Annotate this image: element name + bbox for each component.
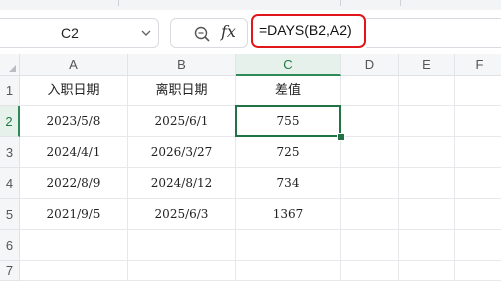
name-box[interactable]: C2 bbox=[0, 18, 159, 48]
formula-input[interactable]: =DAYS(B2,A2) bbox=[251, 14, 366, 48]
formula-input-extension[interactable] bbox=[366, 18, 501, 48]
toolbar-divider bbox=[340, 0, 341, 6]
row-header-5[interactable]: 5 bbox=[0, 199, 20, 230]
cell-d2[interactable] bbox=[341, 106, 399, 137]
cell-e2[interactable] bbox=[399, 106, 455, 137]
cell-b6[interactable] bbox=[128, 230, 236, 261]
cell-a5[interactable]: 2021/9/5 bbox=[20, 199, 128, 230]
cell-d1[interactable] bbox=[341, 76, 399, 106]
cell-b5[interactable]: 2025/6/3 bbox=[128, 199, 236, 230]
cell-a7[interactable] bbox=[20, 261, 128, 281]
cell-f1[interactable] bbox=[455, 76, 501, 106]
cell-e1[interactable] bbox=[399, 76, 455, 106]
cell-e4[interactable] bbox=[399, 168, 455, 199]
zoom-formula-icon[interactable] bbox=[193, 25, 211, 43]
cell-d7[interactable] bbox=[341, 261, 399, 281]
cell-e6[interactable] bbox=[399, 230, 455, 261]
fill-handle[interactable] bbox=[337, 133, 345, 141]
row-header-6[interactable]: 6 bbox=[0, 230, 20, 261]
cell-d5[interactable] bbox=[341, 199, 399, 230]
toolbar-divider bbox=[118, 0, 119, 6]
column-header-b[interactable]: B bbox=[128, 54, 236, 76]
cell-a4[interactable]: 2022/8/9 bbox=[20, 168, 128, 199]
cell-e3[interactable] bbox=[399, 137, 455, 168]
row-header-1[interactable]: 1 bbox=[0, 76, 20, 106]
cell-d4[interactable] bbox=[341, 168, 399, 199]
cell-c2[interactable]: 755 bbox=[236, 106, 341, 137]
cell-f2[interactable] bbox=[455, 106, 501, 137]
cell-f5[interactable] bbox=[455, 199, 501, 230]
cell-b2[interactable]: 2025/6/1 bbox=[128, 106, 236, 137]
column-header-e[interactable]: E bbox=[399, 54, 455, 76]
formula-tools: fx bbox=[170, 18, 248, 48]
select-all-corner[interactable] bbox=[0, 54, 20, 76]
cell-c5[interactable]: 1367 bbox=[236, 199, 341, 230]
row-header-3[interactable]: 3 bbox=[0, 137, 20, 168]
row-header-2[interactable]: 2 bbox=[0, 106, 20, 137]
formula-text: =DAYS(B2,A2) bbox=[259, 22, 352, 38]
cell-d3[interactable] bbox=[341, 137, 399, 168]
column-header-d[interactable]: D bbox=[341, 54, 399, 76]
insert-function-icon[interactable]: fx bbox=[221, 22, 236, 41]
cell-d6[interactable] bbox=[341, 230, 399, 261]
formula-bar: C2 fx =DAYS(B2,A2) bbox=[0, 10, 501, 54]
cell-a6[interactable] bbox=[20, 230, 128, 261]
column-header-c[interactable]: C bbox=[236, 54, 341, 76]
cell-e5[interactable] bbox=[399, 199, 455, 230]
cell-c1[interactable]: 差值 bbox=[236, 76, 341, 106]
cell-f4[interactable] bbox=[455, 168, 501, 199]
cell-c4[interactable]: 734 bbox=[236, 168, 341, 199]
cell-c6[interactable] bbox=[236, 230, 341, 261]
cell-b3[interactable]: 2026/3/27 bbox=[128, 137, 236, 168]
row-header-7[interactable]: 7 bbox=[0, 261, 20, 281]
cell-c7[interactable] bbox=[236, 261, 341, 281]
cell-b4[interactable]: 2024/8/12 bbox=[128, 168, 236, 199]
column-header-f[interactable]: F bbox=[455, 54, 501, 76]
column-header-a[interactable]: A bbox=[20, 54, 128, 76]
cell-a3[interactable]: 2024/4/1 bbox=[20, 137, 128, 168]
chevron-down-icon[interactable] bbox=[140, 28, 152, 38]
cell-a1[interactable]: 入职日期 bbox=[20, 76, 128, 106]
cell-b7[interactable] bbox=[128, 261, 236, 281]
toolbar-divider bbox=[400, 0, 401, 6]
cell-a2[interactable]: 2023/5/8 bbox=[20, 106, 128, 137]
cell-e7[interactable] bbox=[399, 261, 455, 281]
cell-c3[interactable]: 725 bbox=[236, 137, 341, 168]
name-box-value: C2 bbox=[61, 25, 79, 41]
row-header-4[interactable]: 4 bbox=[0, 168, 20, 199]
cell-f7[interactable] bbox=[455, 261, 501, 281]
cell-f6[interactable] bbox=[455, 230, 501, 261]
cell-b1[interactable]: 离职日期 bbox=[128, 76, 236, 106]
cell-f3[interactable] bbox=[455, 137, 501, 168]
